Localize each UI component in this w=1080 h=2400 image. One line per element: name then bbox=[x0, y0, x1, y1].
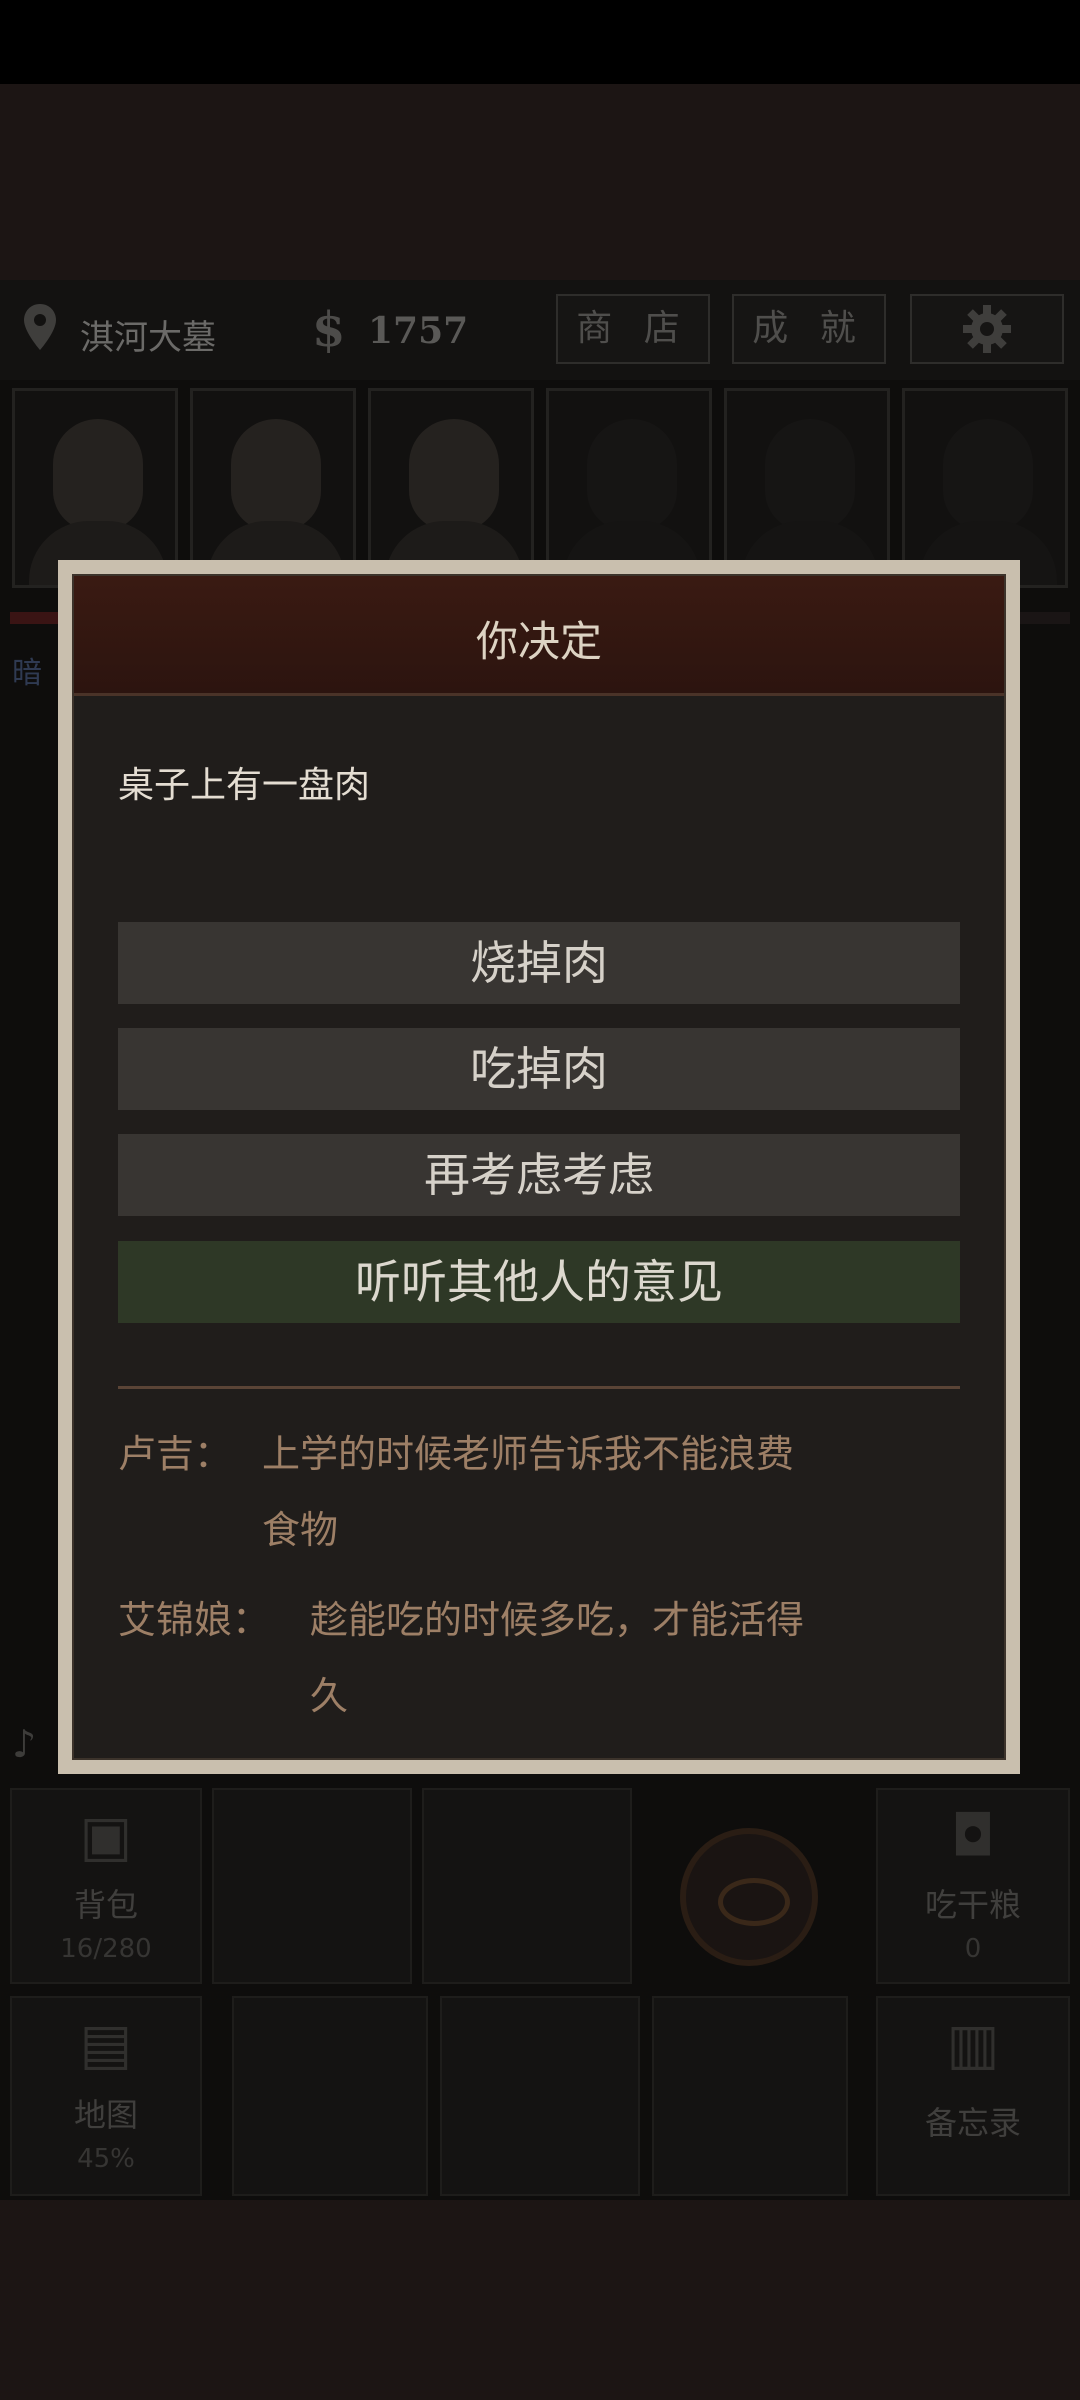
choice-reconsider[interactable]: 再考虑考虑 bbox=[118, 1134, 960, 1216]
shop-button[interactable]: 商 店 bbox=[556, 294, 710, 364]
grid-cell[interactable] bbox=[440, 1996, 640, 2196]
money-icon: $ bbox=[312, 302, 346, 358]
location-pin-icon bbox=[24, 304, 56, 350]
opinion-text-line2: 食物 bbox=[262, 1508, 339, 1552]
dialog-prompt: 桌子上有一盘肉 bbox=[118, 765, 371, 806]
side-tag: 暗 bbox=[12, 656, 42, 691]
map-button[interactable]: ▤ 地图 45% bbox=[10, 1996, 202, 2196]
top-letterbox bbox=[0, 84, 1080, 280]
eye-icon bbox=[718, 1878, 790, 1926]
party-portraits bbox=[0, 388, 1080, 588]
memo-button[interactable]: ▥ 备忘录 bbox=[876, 1996, 1070, 2196]
backpack-icon: ▣ bbox=[79, 1804, 133, 1869]
map-progress: 45% bbox=[77, 2144, 135, 2174]
speaker-icon[interactable]: ♪ bbox=[12, 1722, 36, 1766]
rations-button[interactable]: ◘ 吃干粮 0 bbox=[876, 1788, 1070, 1984]
ration-bag-icon: ◘ bbox=[950, 1804, 996, 1869]
dialog-title: 你决定 bbox=[475, 617, 602, 666]
portrait-slot-2[interactable] bbox=[190, 388, 356, 588]
opinion-lu-ji: 卢吉： 上学的时候老师告诉我不能浪费 食物 bbox=[118, 1416, 960, 1568]
rations-label: 吃干粮 bbox=[924, 1886, 1021, 1924]
opinion-speaker: 艾锦娘： bbox=[118, 1598, 271, 1642]
portrait-slot-4[interactable] bbox=[546, 388, 712, 588]
rations-count: 0 bbox=[964, 1934, 982, 1964]
map-label: 地图 bbox=[73, 2096, 138, 2134]
portrait-slot-3[interactable] bbox=[368, 388, 534, 588]
gear-icon bbox=[963, 305, 1011, 353]
top-bar: 淇河大墓 $ 1757 商 店 成 就 bbox=[0, 280, 1080, 380]
grid-cell[interactable] bbox=[232, 1996, 428, 2196]
location-name: 淇河大墓 bbox=[80, 318, 216, 358]
opinion-text-line1: 上学的时候老师告诉我不能浪费 bbox=[262, 1432, 795, 1476]
opinion-speaker: 卢吉： bbox=[118, 1432, 233, 1476]
dialog-header: 你决定 bbox=[74, 576, 1004, 696]
backpack-count: 16/280 bbox=[60, 1934, 152, 1964]
dialog-body: 你决定 桌子上有一盘肉 烧掉肉 吃掉肉 再考虑考虑 听听其他人的意见 卢吉： 上… bbox=[72, 574, 1006, 1760]
map-icon: ▤ bbox=[79, 2012, 133, 2077]
money-amount: 1757 bbox=[368, 310, 469, 352]
bottom-letterbox bbox=[0, 2200, 1080, 2400]
opinion-text-line1: 趁能吃的时候多吃，才能活得 bbox=[310, 1598, 805, 1642]
memo-icon: ▥ bbox=[946, 2012, 1000, 2077]
choice-burn-meat[interactable]: 烧掉肉 bbox=[118, 922, 960, 1004]
opinion-text-line2: 久 bbox=[310, 1674, 349, 1718]
portrait-slot-1[interactable] bbox=[12, 388, 178, 588]
portrait-slot-6[interactable] bbox=[902, 388, 1068, 588]
dialog-divider bbox=[118, 1386, 960, 1389]
grid-cell[interactable] bbox=[652, 1996, 848, 2196]
achievements-button[interactable]: 成 就 bbox=[732, 294, 886, 364]
backpack-button[interactable]: ▣ 背包 16/280 bbox=[10, 1788, 202, 1984]
portrait-slot-5[interactable] bbox=[724, 388, 890, 588]
decision-dialog: 你决定 桌子上有一盘肉 烧掉肉 吃掉肉 再考虑考虑 听听其他人的意见 卢吉： 上… bbox=[58, 560, 1020, 1774]
choice-ask-others[interactable]: 听听其他人的意见 bbox=[118, 1241, 960, 1323]
settings-button[interactable] bbox=[910, 294, 1064, 364]
backpack-label: 背包 bbox=[73, 1886, 138, 1924]
grid-cell[interactable] bbox=[422, 1788, 632, 1984]
observe-button[interactable] bbox=[680, 1828, 818, 1966]
status-bar bbox=[0, 0, 1080, 84]
grid-cell[interactable] bbox=[212, 1788, 412, 1984]
opinion-ai-jinniang: 艾锦娘： 趁能吃的时候多吃，才能活得 久 bbox=[118, 1582, 960, 1734]
memo-label: 备忘录 bbox=[924, 2104, 1021, 2142]
choice-eat-meat[interactable]: 吃掉肉 bbox=[118, 1028, 960, 1110]
